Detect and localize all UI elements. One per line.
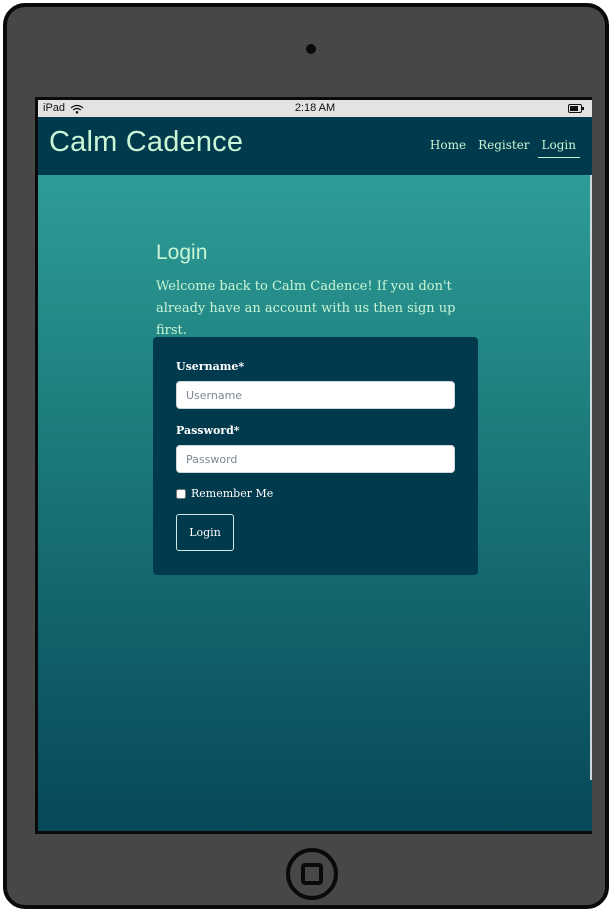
scrollbar[interactable] bbox=[590, 175, 592, 780]
site-navbar: Calm Cadence Home Register Login bbox=[38, 117, 592, 175]
tablet-frame: iPad 2:18 AM Calm Cadence Home Register … bbox=[3, 3, 609, 909]
nav-links: Home Register Login bbox=[426, 137, 580, 158]
password-label: Password* bbox=[176, 424, 240, 437]
brand-logo-link[interactable]: Calm Cadence bbox=[49, 124, 243, 160]
username-label: Username* bbox=[176, 360, 245, 373]
screen: iPad 2:18 AM Calm Cadence Home Register … bbox=[35, 97, 592, 834]
login-button[interactable]: Login bbox=[176, 514, 234, 551]
page-title: Login bbox=[156, 241, 208, 264]
status-bar: iPad 2:18 AM bbox=[38, 100, 592, 117]
intro-text: Welcome back to Calm Cadence! If you don… bbox=[156, 279, 456, 338]
nav-link-register[interactable]: Register bbox=[474, 137, 533, 158]
camera-icon bbox=[306, 44, 316, 54]
username-input[interactable] bbox=[176, 381, 455, 409]
remember-me-label[interactable]: Remember Me bbox=[191, 487, 273, 501]
battery-icon bbox=[568, 104, 584, 113]
nav-link-home[interactable]: Home bbox=[426, 137, 470, 158]
nav-link-login[interactable]: Login bbox=[537, 137, 580, 158]
home-button-icon[interactable] bbox=[286, 848, 338, 900]
remember-me-row: Remember Me bbox=[176, 487, 456, 501]
password-input[interactable] bbox=[176, 445, 455, 473]
login-form: Username* Password* Remember Me Login bbox=[153, 337, 478, 575]
status-time: 2:18 AM bbox=[294, 102, 336, 114]
remember-me-checkbox[interactable] bbox=[176, 489, 186, 499]
intro-section: Login Welcome back to Calm Cadence! If y… bbox=[156, 240, 486, 342]
home-button-square bbox=[301, 863, 323, 885]
